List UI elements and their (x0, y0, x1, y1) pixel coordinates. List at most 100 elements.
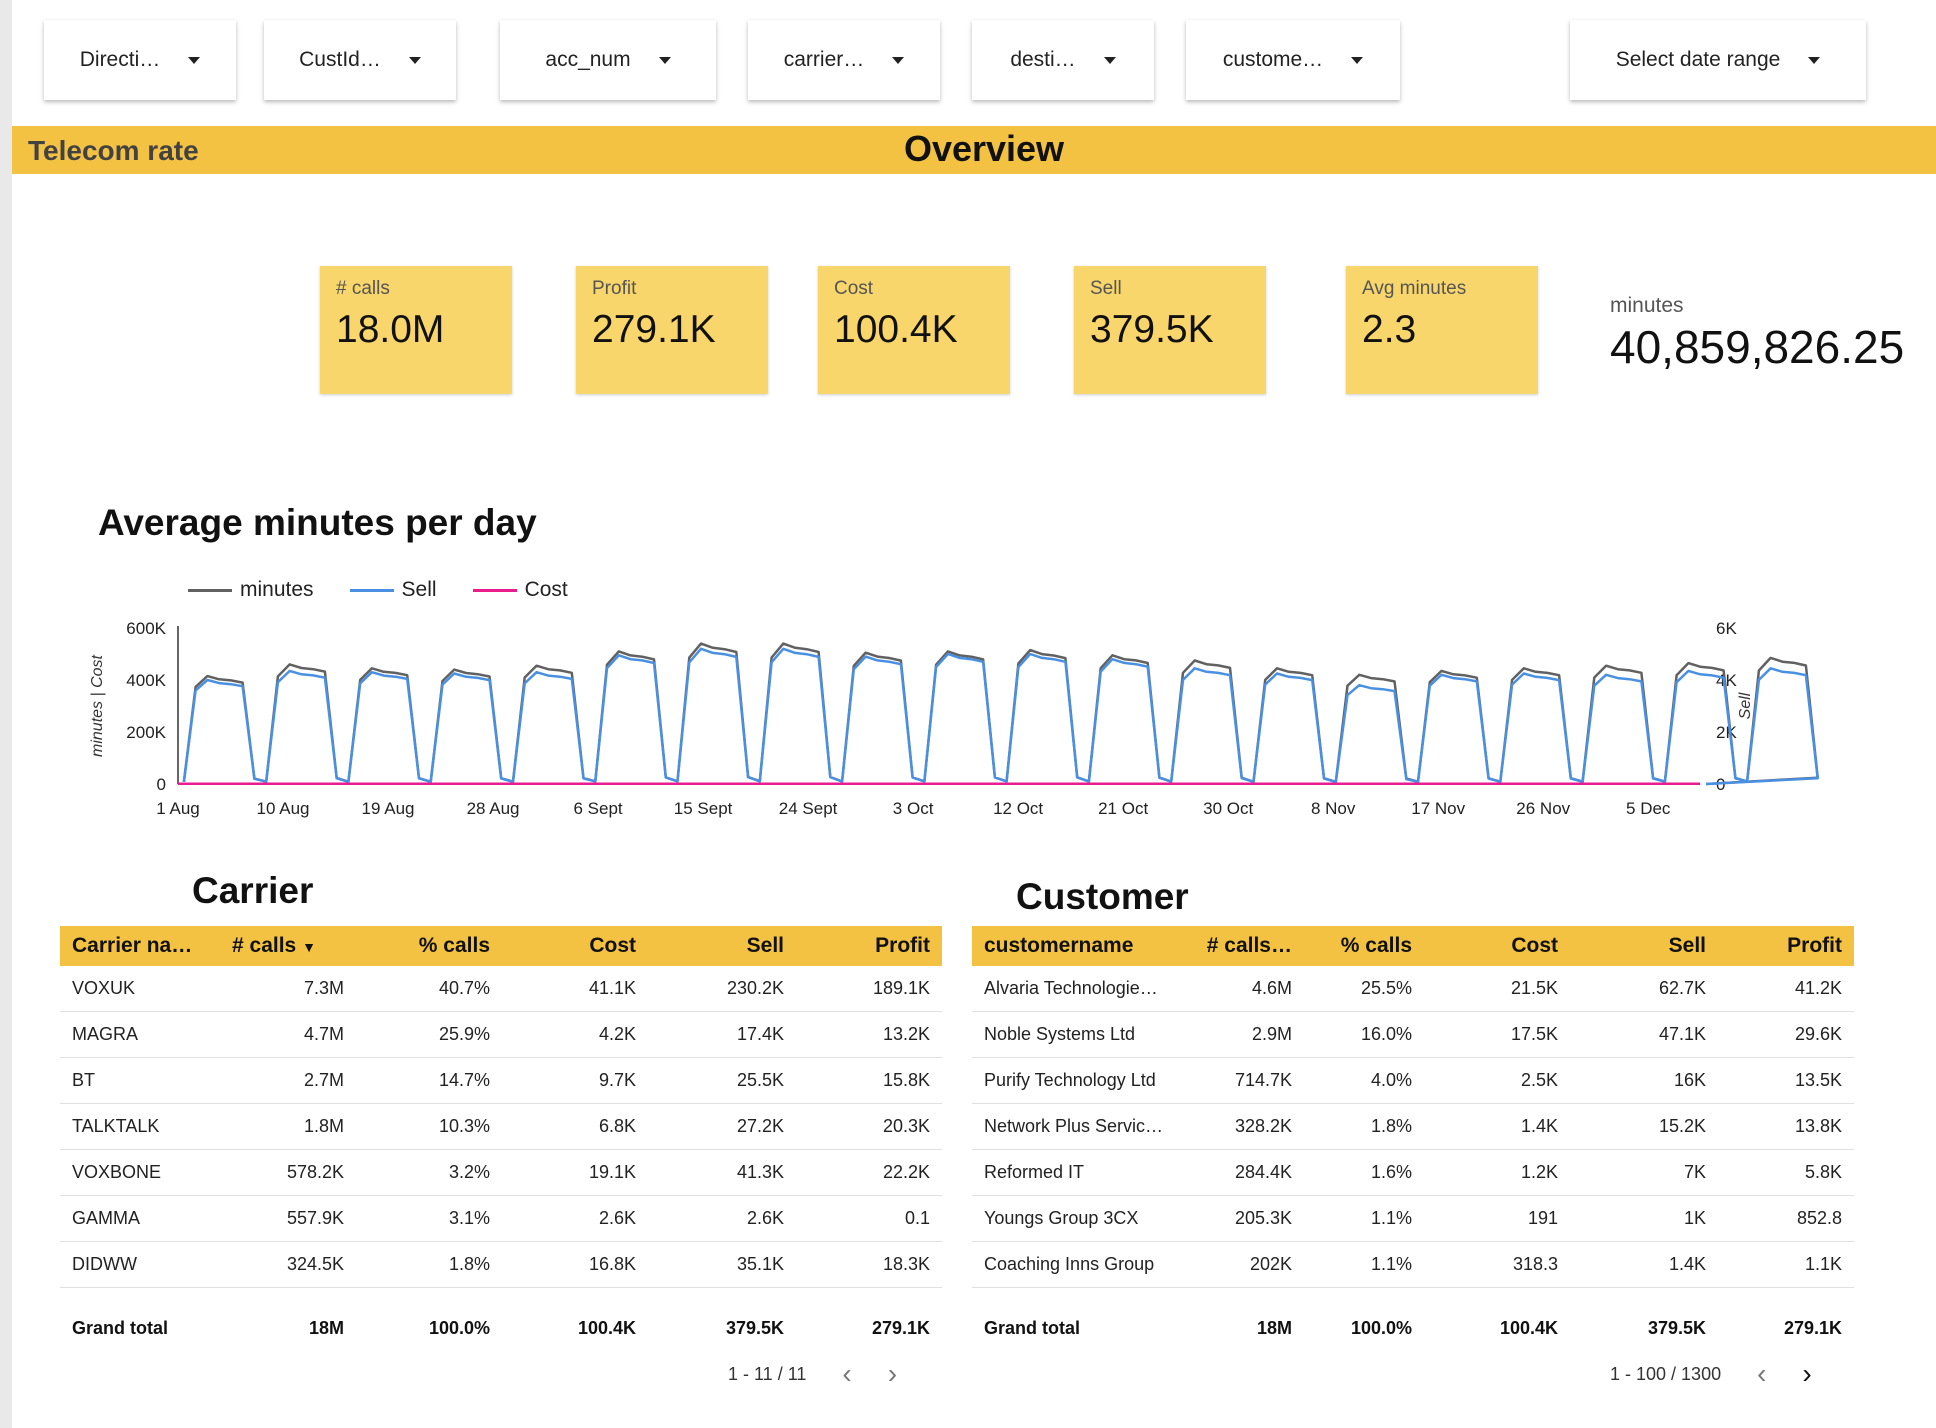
col-calls[interactable]: # calls… (1180, 926, 1304, 966)
x-tick-label: 17 Nov (1411, 799, 1465, 818)
col-pct-calls[interactable]: % calls (356, 926, 502, 966)
table-cell: 27.2K (648, 1103, 796, 1150)
table-cell: 62.7K (1570, 966, 1718, 1012)
grand-total-cell: 100.0% (1350, 1317, 1412, 1338)
chevron-left-icon[interactable]: ‹ (842, 1358, 851, 1390)
table-cell: 13.8K (1718, 1103, 1854, 1150)
table-cell: 2.6K (648, 1195, 796, 1242)
grand-total-cell: 100.0% (428, 1317, 490, 1338)
page-title: Overview (903, 128, 1065, 169)
filter-customer[interactable]: custome… (1186, 20, 1400, 100)
table-row[interactable]: BT 2.7M 14.7% 9.7K 25.5K 15.8K (60, 1057, 942, 1104)
table-row[interactable]: MAGRA 4.7M 25.9% 4.2K 17.4K 13.2K (60, 1011, 942, 1058)
kpi-profit-label: Profit (592, 278, 637, 299)
col-cost[interactable]: Cost (502, 926, 648, 966)
table-cell: 284.4K (1180, 1149, 1304, 1196)
table-cell: 41.2K (1718, 966, 1854, 1012)
caret-down-icon (1103, 56, 1116, 64)
filter-acc-num[interactable]: acc_num (500, 20, 716, 100)
table-cell: 9.7K (502, 1057, 648, 1104)
legend-sell[interactable]: Sell (349, 578, 437, 602)
table-row[interactable]: GAMMA 557.9K 3.1% 2.6K 2.6K 0.1 (60, 1195, 942, 1242)
legend-label: Sell (401, 578, 437, 601)
table-cell (220, 1288, 356, 1307)
table-row[interactable]: Youngs Group 3CX 205.3K 1.1% 191 1K 852.8 (972, 1195, 1854, 1242)
col-profit[interactable]: Profit (796, 926, 942, 966)
table-row[interactable]: TALKTALK 1.8M 10.3% 6.8K 27.2K 20.3K (60, 1103, 942, 1150)
kpi-calls: # calls 18.0M (320, 266, 512, 394)
date-range-label: Select date range (1615, 48, 1781, 71)
table-cell: VOXBONE (60, 1149, 220, 1196)
table-row[interactable]: Noble Systems Ltd 2.9M 16.0% 17.5K 47.1K 29.6… (972, 1011, 1854, 1058)
legend-swatch (472, 588, 517, 592)
table-row[interactable]: VOXBONE 578.2K 3.2% 19.1K 41.3K 22.2K (60, 1149, 942, 1196)
table-cell (1424, 1288, 1570, 1307)
series-sell-line (182, 647, 1819, 786)
customer-pager: 1 - 100 / 1300 ‹ › (1610, 1358, 1812, 1390)
table-cell: 4.7M (220, 1011, 356, 1058)
caret-down-icon (658, 56, 671, 64)
table-cell: GAMMA (60, 1195, 220, 1242)
table-cell (796, 1288, 942, 1307)
filter-custid[interactable]: CustId… (264, 20, 456, 100)
chevron-right-icon[interactable]: › (1802, 1358, 1811, 1390)
chevron-left-icon[interactable]: ‹ (1757, 1358, 1766, 1390)
table-cell: TALKTALK (60, 1103, 220, 1150)
col-calls-sorted[interactable]: # calls ▼ (220, 926, 356, 966)
col-pct-calls[interactable]: % calls (1304, 926, 1424, 966)
table-cell: 4.2K (502, 1011, 648, 1058)
table-row[interactable]: Purify Technology Ltd 714.7K 4.0% 2.5K 16K 13… (972, 1057, 1854, 1104)
table-cell: 1.6% (1304, 1149, 1424, 1196)
table-row[interactable]: Coaching Inns Group 202K 1.1% 318.3 1.4K 1.1K (972, 1241, 1854, 1288)
table-cell: 17.5K (1424, 1011, 1570, 1058)
col-sell[interactable]: Sell (1570, 926, 1718, 966)
table-row[interactable]: Alvaria Technologie… 4.6M 25.5% 21.5K 62.7K 4… (972, 966, 1854, 1012)
table-row[interactable]: VOXUK 7.3M 40.7% 41.1K 230.2K 189.1K (60, 966, 942, 1012)
x-tick-label: 5 Dec (1626, 799, 1671, 818)
table-cell: 7.3M (220, 966, 356, 1012)
table-cell: 1.8% (356, 1241, 502, 1288)
dashboard-canvas: Directi… CustId… acc_num carrier… desti…… (12, 0, 1936, 1428)
table-cell (60, 1288, 220, 1307)
table-cell: 6.8K (502, 1103, 648, 1150)
filter-custid-label: CustId… (299, 48, 381, 71)
y-tick-label: 400K (126, 671, 166, 690)
col-cost[interactable]: Cost (1424, 926, 1570, 966)
table-cell: BT (60, 1057, 220, 1104)
legend-minutes[interactable]: minutes (188, 578, 314, 602)
col-profit[interactable]: Profit (1718, 926, 1854, 966)
table-cell: 1.8% (1304, 1103, 1424, 1150)
table-cell: 202K (1180, 1241, 1304, 1288)
carrier-pager: 1 - 11 / 11 ‹ › (728, 1358, 897, 1390)
table-row[interactable]: Network Plus Servic… 328.2K 1.8% 1.4K 15.2K 1… (972, 1103, 1854, 1150)
x-tick-label: 30 Oct (1203, 799, 1253, 818)
x-tick-label: 28 Aug (467, 799, 520, 818)
table-row[interactable]: Reformed IT 284.4K 1.6% 1.2K 7K 5.8K (972, 1149, 1854, 1196)
table-row[interactable]: DIDWW 324.5K 1.8% 16.8K 35.1K 18.3K (60, 1241, 942, 1288)
filter-destination[interactable]: desti… (972, 20, 1154, 100)
table-cell: 40.7% (356, 966, 502, 1012)
chevron-right-icon[interactable]: › (888, 1358, 897, 1390)
table-cell: 25.9% (356, 1011, 502, 1058)
x-tick-label: 10 Aug (257, 799, 310, 818)
table-cell (648, 1288, 796, 1307)
table-cell: Purify Technology Ltd (972, 1057, 1180, 1104)
total-minutes-label: minutes (1610, 294, 1684, 317)
table-cell: 852.8 (1718, 1195, 1854, 1242)
table-cell: 1K (1570, 1195, 1718, 1242)
table-cell: 17.4K (648, 1011, 796, 1058)
table-cell (1304, 1288, 1424, 1307)
table-header-row: Carrier na… # calls ▼ % calls Cost Sell … (60, 926, 942, 966)
table-cell: 1.2K (1424, 1149, 1570, 1196)
col-carrier-name[interactable]: Carrier na… (60, 926, 220, 966)
date-range-picker[interactable]: Select date range (1570, 20, 1866, 100)
filter-carrier[interactable]: carrier… (748, 20, 940, 100)
col-sell[interactable]: Sell (648, 926, 796, 966)
table-cell: 35.1K (648, 1241, 796, 1288)
table-cell: 1.1% (1304, 1195, 1424, 1242)
chart-legend: minutes Sell Cost (188, 578, 604, 602)
legend-cost[interactable]: Cost (472, 578, 568, 602)
col-customer-name[interactable]: customername (972, 926, 1180, 966)
table-header-row: customername # calls… % calls Cost Sell … (972, 926, 1854, 966)
filter-direction[interactable]: Directi… (44, 20, 236, 100)
